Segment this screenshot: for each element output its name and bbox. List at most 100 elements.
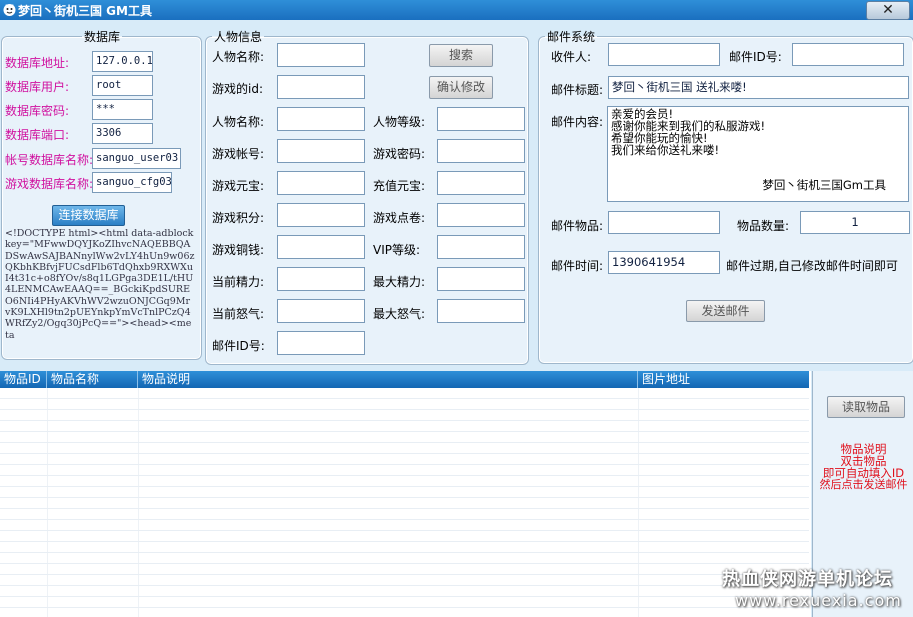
account-db-name-input[interactable]: sanguo_user03 [92, 148, 181, 169]
mail-time-label: 邮件时间: [551, 259, 604, 273]
col-item-id[interactable]: 物品ID [0, 371, 47, 388]
db-user-label: 数据库用户: [5, 80, 70, 94]
send-mail-button[interactable]: 发送邮件 [686, 300, 765, 322]
db-password-label: 数据库密码: [5, 104, 70, 118]
account-label: 游戏帐号: [212, 147, 265, 161]
current-energy-label: 当前精力: [212, 275, 265, 289]
table-row[interactable] [0, 531, 809, 542]
max-rage-input[interactable] [437, 299, 525, 323]
search-name-label: 人物名称: [212, 50, 265, 64]
item-grid[interactable]: 物品ID 物品名称 物品说明 图片地址 [0, 371, 811, 617]
search-button[interactable]: 搜索 [429, 44, 493, 67]
table-row[interactable] [0, 443, 809, 454]
table-row[interactable] [0, 465, 809, 476]
current-energy-input[interactable] [277, 267, 365, 291]
col-image-url[interactable]: 图片地址 [638, 371, 809, 388]
app-icon [3, 4, 16, 16]
table-row[interactable] [0, 553, 809, 564]
vouchers-label: 游戏点卷: [373, 211, 426, 225]
mail-item-label: 邮件物品: [551, 219, 604, 233]
content-signature: 梦回丶街机三国Gm工具 [762, 178, 886, 192]
table-row[interactable] [0, 498, 809, 509]
current-rage-input[interactable] [277, 299, 365, 323]
copper-input[interactable] [277, 235, 365, 259]
table-row[interactable] [0, 520, 809, 531]
db-host-label: 数据库地址: [5, 56, 70, 70]
game-db-name-label: 游戏数据库名称: [5, 177, 94, 191]
game-id-input[interactable] [277, 75, 365, 99]
title-bar: 梦回丶街机三国 GM工具 ✕ [0, 0, 913, 20]
level-label: 人物等级: [373, 115, 426, 129]
current-rage-label: 当前怒气: [212, 307, 265, 321]
table-row[interactable] [0, 399, 809, 410]
vouchers-input[interactable] [437, 203, 525, 227]
close-icon: ✕ [882, 2, 894, 18]
table-row[interactable] [0, 410, 809, 421]
max-energy-input[interactable] [437, 267, 525, 291]
col-item-name[interactable]: 物品名称 [47, 371, 138, 388]
watermark-title: 热血侠网游单机论坛 [722, 569, 893, 590]
recharge-label: 充值元宝: [373, 179, 426, 193]
password-label: 游戏密码: [373, 147, 426, 161]
password-input[interactable] [437, 139, 525, 163]
table-row[interactable] [0, 509, 809, 520]
db-host-input[interactable]: 127.0.0.1 [92, 51, 153, 72]
subject-input[interactable]: 梦回丶街机三国 送礼来喽! [608, 76, 909, 99]
mail-id-input[interactable] [792, 43, 904, 66]
window-title: 梦回丶街机三国 GM工具 [18, 4, 152, 18]
game-id-label: 游戏的id: [212, 82, 263, 96]
vip-input[interactable] [437, 235, 525, 259]
table-row[interactable] [0, 542, 809, 553]
table-row[interactable] [0, 421, 809, 432]
database-group-title: 数据库 [84, 30, 121, 44]
level-input[interactable] [437, 107, 525, 131]
table-row[interactable] [0, 388, 809, 399]
table-row[interactable] [0, 564, 809, 575]
close-button[interactable]: ✕ [866, 1, 910, 20]
confirm-edit-button[interactable]: 确认修改 [429, 76, 493, 99]
table-row[interactable] [0, 432, 809, 443]
read-items-button[interactable]: 读取物品 [827, 396, 905, 418]
mail-item-input[interactable] [608, 211, 720, 234]
db-password-input[interactable]: *** [92, 99, 153, 120]
char-name-label: 人物名称: [212, 115, 265, 129]
subject-label: 邮件标题: [551, 83, 604, 97]
mail-group-title: 邮件系统 [547, 30, 596, 44]
table-row[interactable] [0, 454, 809, 465]
content-label: 邮件内容: [551, 115, 604, 129]
game-db-name-input[interactable]: sanguo_cfg03 [92, 172, 172, 193]
char-mail-id-label: 邮件ID号: [212, 339, 265, 353]
mail-time-note: 邮件过期,自己修改邮件时间即可 [726, 259, 898, 273]
table-row[interactable] [0, 487, 809, 498]
table-row[interactable] [0, 597, 809, 608]
vip-label: VIP等级: [373, 243, 421, 257]
account-input[interactable] [277, 139, 365, 163]
grid-header: 物品ID 物品名称 物品说明 图片地址 [0, 371, 809, 388]
content-textarea[interactable]: 亲爱的会员! 感谢你能来到我们的私服游戏! 希望你能玩的愉快! 我们来给你送礼来… [607, 106, 909, 202]
item-qty-label: 物品数量: [737, 219, 790, 233]
db-port-input[interactable]: 3306 [92, 123, 153, 144]
db-port-label: 数据库端口: [5, 128, 70, 142]
table-row[interactable] [0, 575, 809, 586]
char-mail-id-input[interactable] [277, 331, 365, 355]
table-row[interactable] [0, 476, 809, 487]
db-user-input[interactable]: root [92, 75, 153, 96]
mail-time-input[interactable]: 1390641954 [608, 251, 720, 274]
item-qty-input[interactable]: 1 [800, 211, 910, 234]
search-name-input[interactable] [277, 43, 365, 67]
content-line: 我们来给你送礼来喽! [611, 143, 720, 157]
character-group-title: 人物信息 [214, 30, 263, 44]
col-item-desc[interactable]: 物品说明 [138, 371, 638, 388]
table-row[interactable] [0, 586, 809, 597]
points-label: 游戏积分: [212, 211, 265, 225]
recipient-label: 收件人: [551, 50, 592, 64]
char-name-input[interactable] [277, 107, 365, 131]
max-energy-label: 最大精力: [373, 275, 426, 289]
db-response-text: <!DOCTYPE html><html data-adblockkey="MF… [5, 228, 195, 341]
connect-db-button[interactable]: 连接数据库 [52, 205, 125, 226]
recharge-input[interactable] [437, 171, 525, 195]
points-input[interactable] [277, 203, 365, 227]
ingots-input[interactable] [277, 171, 365, 195]
recipient-input[interactable] [608, 43, 720, 66]
ingots-label: 游戏元宝: [212, 179, 265, 193]
